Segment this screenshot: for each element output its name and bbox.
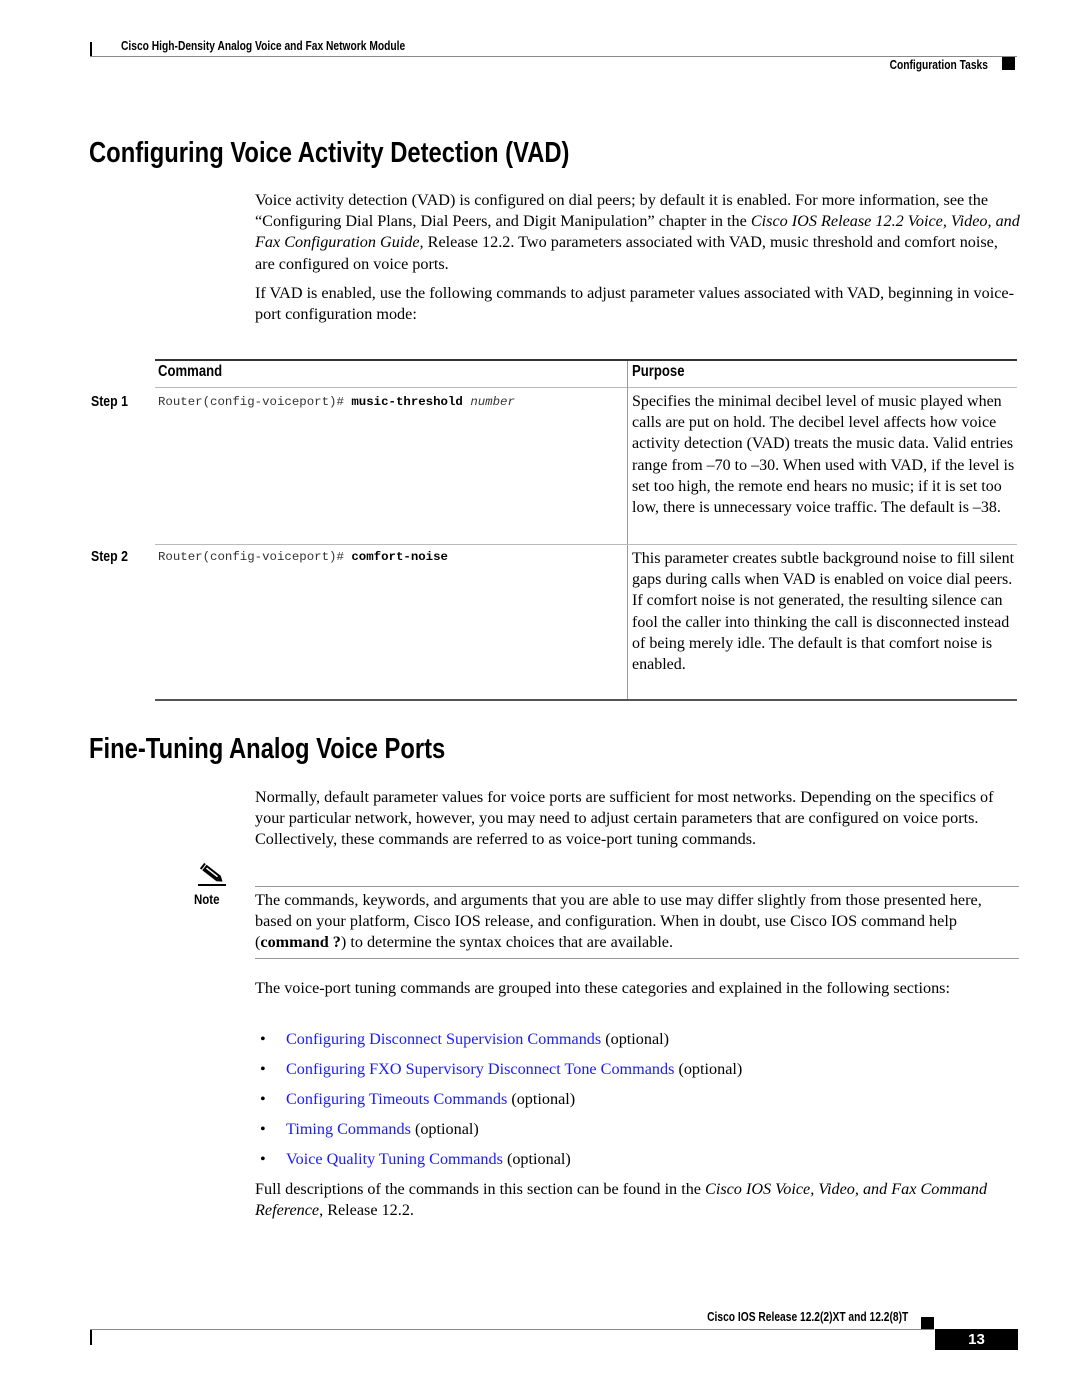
- cli-keyword: comfort-noise: [351, 550, 448, 564]
- section-label: Configuration Tasks: [889, 58, 988, 72]
- page-number: 13: [935, 1329, 1018, 1350]
- purpose-comfort-noise: This parameter creates subtle background…: [632, 550, 1015, 674]
- note-label: Note: [194, 891, 220, 907]
- list-item: • Configuring FXO Supervisory Disconnect …: [260, 1060, 742, 1079]
- footer-left-bar: [90, 1330, 92, 1345]
- table-bottom-rule: [155, 699, 1017, 701]
- list-item: • Timing Commands (optional): [260, 1120, 479, 1139]
- table-column-divider: [627, 361, 628, 699]
- section-heading-vad: Configuring Voice Activity Detection (VA…: [89, 137, 570, 169]
- table-top-rule: [155, 359, 1017, 361]
- link-disconnect-supervision[interactable]: Configuring Disconnect Supervision Comma…: [286, 1030, 601, 1048]
- footer-rule: [90, 1329, 934, 1330]
- command-music-threshold: Router(config-voiceport)# music-threshol…: [158, 395, 515, 409]
- command-help-syntax: command ?: [260, 933, 341, 952]
- column-header-purpose: Purpose: [632, 363, 685, 380]
- optional-suffix: (optional): [674, 1060, 743, 1078]
- list-item: • Configuring Disconnect Supervision Comm…: [260, 1030, 669, 1049]
- pencil-icon: [199, 862, 223, 882]
- optional-suffix: (optional): [410, 1120, 479, 1138]
- link-voice-quality-tuning[interactable]: Voice Quality Tuning Commands: [286, 1150, 503, 1168]
- table-header-rule: [155, 387, 1017, 388]
- categories-intro-paragraph: The voice-port tuning commands are group…: [255, 979, 950, 997]
- note-bottom-rule: [255, 958, 1019, 959]
- note-icon-underline: [198, 884, 226, 886]
- column-header-command: Command: [158, 363, 223, 380]
- link-timeouts-commands[interactable]: Configuring Timeouts Commands: [286, 1090, 507, 1108]
- list-item: • Voice Quality Tuning Commands (optional…: [260, 1150, 571, 1169]
- document-title: Cisco High-Density Analog Voice and Fax …: [121, 39, 406, 53]
- list-item: • Configuring Timeouts Commands (optional…: [260, 1090, 575, 1109]
- optional-suffix: (optional): [507, 1090, 576, 1108]
- optional-suffix: (optional): [601, 1030, 670, 1048]
- cli-prompt: Router(config-voiceport)#: [158, 550, 352, 564]
- bullet: •: [260, 1120, 266, 1138]
- vad-intro-paragraph: Voice activity detection (VAD) is config…: [255, 190, 1020, 275]
- bullet: •: [260, 1150, 266, 1168]
- header-rule: [90, 56, 1017, 57]
- bullet: •: [260, 1090, 266, 1108]
- link-fxo-supervisory-disconnect-tone[interactable]: Configuring FXO Supervisory Disconnect T…: [286, 1060, 674, 1078]
- cli-prompt: Router(config-voiceport)#: [158, 395, 352, 409]
- step-label: Step 1: [91, 393, 128, 410]
- fine-tuning-intro-paragraph: Normally, default parameter values for v…: [255, 788, 994, 849]
- header-left-bar: [90, 42, 92, 57]
- bullet: •: [260, 1030, 266, 1048]
- cli-keyword: music-threshold: [351, 395, 463, 409]
- link-timing-commands[interactable]: Timing Commands: [286, 1120, 411, 1138]
- optional-suffix: (optional): [502, 1150, 571, 1168]
- note-text: The commands, keywords, and arguments th…: [255, 890, 1020, 954]
- bullet: •: [260, 1060, 266, 1078]
- note-top-rule: [255, 886, 1019, 887]
- table-row-rule: [155, 544, 1017, 545]
- vad-instruction-paragraph: If VAD is enabled, use the following com…: [255, 284, 1015, 324]
- step-label: Step 2: [91, 548, 128, 565]
- text: Full descriptions of the commands in thi…: [255, 1180, 706, 1198]
- text: , Release 12.2.: [319, 1201, 414, 1220]
- cli-argument: number: [470, 395, 515, 409]
- full-descriptions-paragraph: Full descriptions of the commands in thi…: [255, 1179, 1020, 1221]
- text: ) to determine the syntax choices that a…: [340, 933, 674, 952]
- section-heading-fine-tuning: Fine-Tuning Analog Voice Ports: [89, 733, 446, 765]
- header-square-marker: [1002, 57, 1015, 70]
- command-comfort-noise: Router(config-voiceport)# comfort-noise: [158, 550, 448, 564]
- footer-release: Cisco IOS Release 12.2(2)XT and 12.2(8)T: [706, 1310, 908, 1324]
- purpose-music-threshold: Specifies the minimal decibel level of m…: [632, 393, 1015, 517]
